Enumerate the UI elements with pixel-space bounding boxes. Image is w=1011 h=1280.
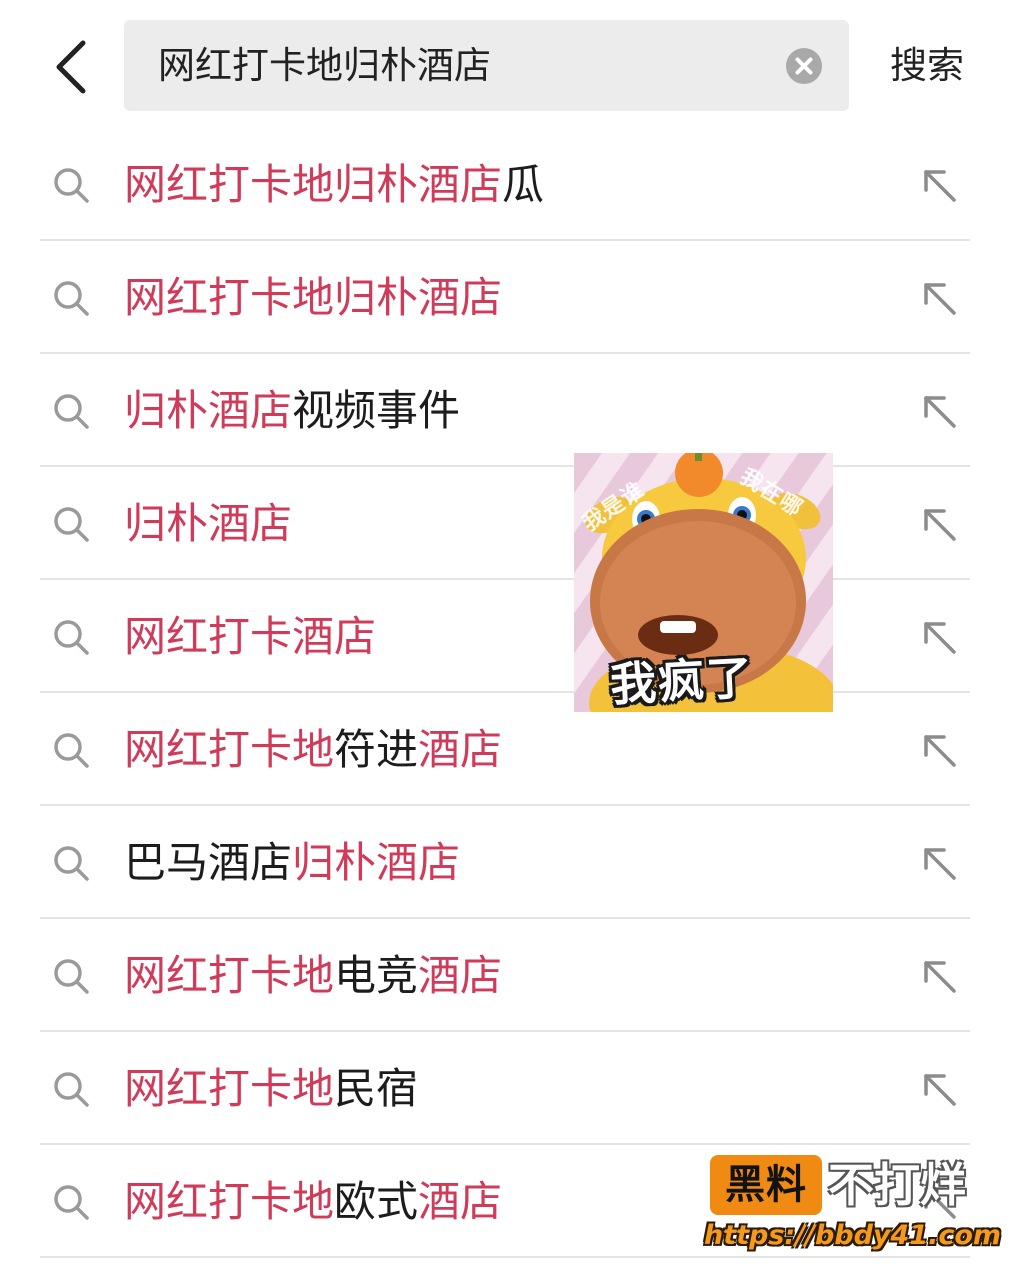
close-icon bbox=[795, 57, 813, 75]
watermark: 黑料 不打烊 https://bbdy41.com bbox=[700, 1150, 1002, 1260]
arrow-up-left-icon[interactable] bbox=[920, 731, 958, 769]
suggestion-list: 网红打卡地归朴酒店瓜 网红打卡地归朴酒店 归朴酒店视频事件 归朴酒店 网红打卡酒店 网红打… bbox=[0, 128, 1011, 1258]
suggestion-text: 网红打卡地欧式酒店 bbox=[124, 1145, 502, 1258]
suggestion-item[interactable]: 巴马酒店归朴酒店 bbox=[0, 806, 1011, 919]
suggestion-text: 归朴酒店 bbox=[124, 467, 292, 580]
suggestion-item[interactable]: 网红打卡酒店 bbox=[0, 580, 1011, 693]
suggestion-item[interactable]: 网红打卡地民宿 bbox=[0, 1032, 1011, 1145]
suggestion-extra-text: 视频事件 bbox=[292, 386, 461, 435]
search-header: 网红打卡地归朴酒店 搜索 bbox=[0, 0, 1011, 130]
search-icon bbox=[52, 731, 90, 769]
suggestion-match-text: 网红打卡地 bbox=[124, 1064, 335, 1113]
suggestion-text: 网红打卡地符进酒店 bbox=[124, 693, 502, 806]
search-icon bbox=[52, 618, 90, 656]
arrow-up-left-icon[interactable] bbox=[920, 957, 958, 995]
clear-search-button[interactable] bbox=[786, 48, 822, 84]
suggestion-text: 网红打卡地民宿 bbox=[124, 1032, 418, 1145]
search-icon bbox=[52, 957, 90, 995]
suggestion-text: 网红打卡地电竞酒店 bbox=[124, 919, 502, 1032]
search-icon bbox=[52, 1070, 90, 1108]
suggestion-match-text: 归朴酒店 bbox=[124, 386, 293, 435]
watermark-badge: 黑料 bbox=[710, 1155, 822, 1215]
sticker-image: 我是谁 我在哪 我疯了 bbox=[574, 453, 833, 712]
watermark-text: 不打烊 bbox=[828, 1158, 966, 1212]
watermark-url: https://bbdy41.com bbox=[704, 1220, 1002, 1251]
arrow-up-left-icon[interactable] bbox=[920, 392, 958, 430]
search-icon bbox=[52, 844, 90, 882]
arrow-up-left-icon[interactable] bbox=[920, 505, 958, 543]
suggestion-match-text: 酒店 bbox=[418, 725, 503, 774]
arrow-up-left-icon[interactable] bbox=[920, 279, 958, 317]
search-button[interactable]: 搜索 bbox=[890, 20, 964, 111]
suggestion-match-text: 网红打卡地 bbox=[124, 1177, 335, 1226]
suggestion-extra-text: 民宿 bbox=[334, 1064, 419, 1113]
suggestion-item[interactable]: 归朴酒店 bbox=[0, 467, 1011, 580]
search-icon bbox=[52, 1183, 90, 1221]
suggestion-text: 网红打卡酒店 bbox=[124, 580, 376, 693]
suggestion-match-text: 网红打卡地 bbox=[124, 951, 335, 1000]
chevron-left-icon bbox=[56, 40, 86, 94]
search-icon bbox=[52, 166, 90, 204]
suggestion-match-text: 网红打卡地归朴酒店 bbox=[124, 273, 503, 322]
suggestion-text: 网红打卡地归朴酒店瓜 bbox=[124, 128, 544, 241]
suggestion-extra-text: 符进 bbox=[334, 725, 419, 774]
suggestion-item[interactable]: 网红打卡地归朴酒店瓜 bbox=[0, 128, 1011, 241]
suggestion-text: 归朴酒店视频事件 bbox=[124, 354, 460, 467]
suggestion-match-text: 网红打卡酒店 bbox=[124, 612, 377, 661]
suggestion-item[interactable]: 归朴酒店视频事件 bbox=[0, 354, 1011, 467]
suggestion-match-text: 网红打卡地归朴酒店 bbox=[124, 160, 503, 209]
search-icon bbox=[52, 392, 90, 430]
suggestion-extra-text: 瓜 bbox=[502, 160, 545, 209]
suggestion-extra-text: 欧式 bbox=[334, 1177, 419, 1226]
search-input[interactable]: 网红打卡地归朴酒店 bbox=[124, 20, 849, 111]
suggestion-item[interactable]: 网红打卡地符进酒店 bbox=[0, 693, 1011, 806]
arrow-up-left-icon[interactable] bbox=[920, 844, 958, 882]
suggestion-text: 巴马酒店归朴酒店 bbox=[124, 806, 460, 919]
sticker-caption: 我疯了 bbox=[608, 650, 756, 712]
suggestion-item[interactable]: 网红打卡地归朴酒店 bbox=[0, 241, 1011, 354]
search-icon bbox=[52, 505, 90, 543]
search-icon bbox=[52, 279, 90, 317]
suggestion-match-text: 酒店 bbox=[418, 1177, 503, 1226]
suggestion-match-text: 归朴酒店 bbox=[292, 838, 461, 887]
arrow-up-left-icon[interactable] bbox=[920, 1070, 958, 1108]
suggestion-item[interactable]: 网红打卡地电竞酒店 bbox=[0, 919, 1011, 1032]
suggestion-match-text: 网红打卡地 bbox=[124, 725, 335, 774]
search-query-text: 网红打卡地归朴酒店 bbox=[158, 44, 491, 87]
suggestion-text: 网红打卡地归朴酒店 bbox=[124, 241, 502, 354]
arrow-up-left-icon[interactable] bbox=[920, 618, 958, 656]
suggestion-extra-text: 电竞 bbox=[334, 951, 419, 1000]
suggestion-extra-text: 巴马酒店 bbox=[124, 838, 293, 887]
back-button[interactable] bbox=[44, 34, 98, 100]
arrow-up-left-icon[interactable] bbox=[920, 166, 958, 204]
suggestion-match-text: 酒店 bbox=[418, 951, 503, 1000]
suggestion-match-text: 归朴酒店 bbox=[124, 499, 293, 548]
